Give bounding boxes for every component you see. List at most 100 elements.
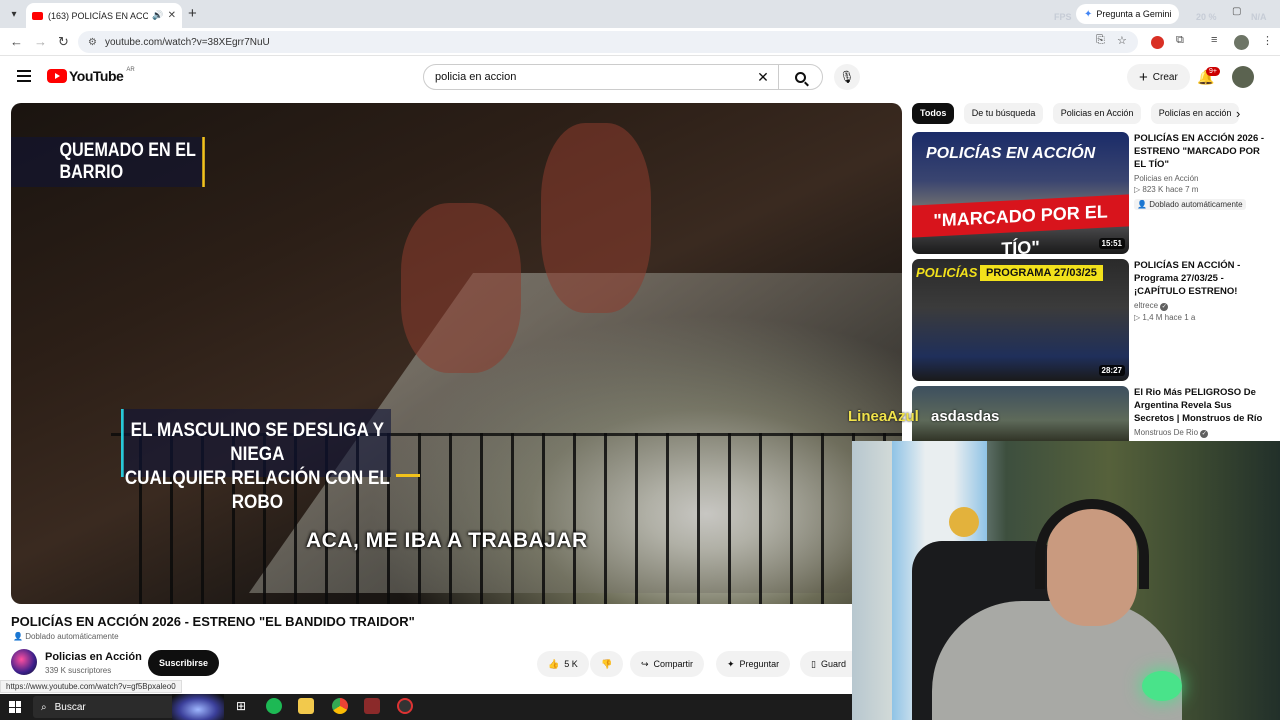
thumbnail-banner: "MARCADO POR EL TÍO" xyxy=(912,194,1129,254)
microphone-icon[interactable]: 🎙 xyxy=(834,64,860,90)
install-app-icon[interactable]: ⎘ xyxy=(1096,34,1105,47)
youtube-play-icon xyxy=(47,69,67,83)
url-field[interactable]: ⚙ youtube.com/watch?v=38XEgrr7NuU xyxy=(78,31,1138,53)
related-age: hace 7 m xyxy=(1165,185,1199,194)
video-thumbnail[interactable]: POLICÍAS PROGRAMA 27/03/25 28:27 xyxy=(912,259,1129,381)
reload-icon[interactable]: ↻ xyxy=(58,34,69,50)
related-channel[interactable]: Monstruos De Rio ✓ xyxy=(1134,428,1266,438)
thumbnail-banner: PROGRAMA 27/03/25 xyxy=(980,265,1103,281)
forward-arrow-icon[interactable]: → xyxy=(34,34,47,49)
like-button[interactable]: 👍 5 K xyxy=(537,651,589,677)
search-highlight-art xyxy=(172,694,224,720)
tab-list-icon[interactable]: ≡ xyxy=(1211,34,1217,46)
chip-policias-en-accion-2[interactable]: Policías en acción xyxy=(1150,103,1240,124)
share-button[interactable]: ↪ Compartir xyxy=(630,651,705,677)
search-input[interactable]: policia en accion xyxy=(424,71,748,83)
site-settings-icon[interactable]: ⚙ xyxy=(88,37,97,48)
related-channel[interactable]: Policias en Acción xyxy=(1134,174,1266,183)
channel-label: Monstruos De Rio xyxy=(1134,428,1199,437)
hamburger-menu-icon[interactable] xyxy=(17,70,31,85)
save-button[interactable]: ▯ Guard xyxy=(800,651,852,677)
link-status-bar: https://www.youtube.com/watch?v=gf5Bpxal… xyxy=(0,680,182,693)
related-video-card[interactable]: POLICÍAS EN ACCIÓN "MARCADO POR EL TÍO" … xyxy=(912,132,1272,254)
verified-icon: ✓ xyxy=(1200,430,1209,438)
youtube-logo[interactable]: YouTube AR xyxy=(47,67,135,84)
dislike-button[interactable]: 👎 xyxy=(590,651,624,677)
dubbed-text: Doblado automáticamente xyxy=(25,632,119,641)
dubbed-badge: 👤 Doblado automáticamente xyxy=(1134,199,1246,210)
channel-subscribers: 339 K suscriptores xyxy=(45,666,112,675)
related-title[interactable]: POLICÍAS EN ACCIÓN - Programa 27/03/25 -… xyxy=(1134,259,1266,298)
share-label: Compartir xyxy=(653,659,694,669)
dubbed-label: 👤 Doblado automáticamente xyxy=(13,632,119,641)
url-text: youtube.com/watch?v=38XEgrr7NuU xyxy=(104,36,270,48)
clear-search-icon[interactable]: ✕ xyxy=(748,69,778,86)
chip-de-tu-busqueda[interactable]: De tu búsqueda xyxy=(963,103,1044,124)
stream-label-asdasdas: asdasdas xyxy=(931,408,1000,425)
plus-icon: + xyxy=(1139,68,1148,86)
spotify-icon[interactable] xyxy=(266,698,282,714)
bookmark-star-icon[interactable]: ☆ xyxy=(1117,34,1127,47)
maximize-icon[interactable]: ▢ xyxy=(1232,6,1241,17)
browser-tab[interactable]: (163) POLICÍAS EN ACCIÓN 🔊 ✕ xyxy=(26,3,182,28)
related-age: hace 1 a xyxy=(1164,313,1196,322)
chip-todos[interactable]: Todos xyxy=(912,103,955,124)
flag-sun-icon xyxy=(949,507,979,537)
speaker-icon[interactable]: 🔊 xyxy=(152,10,163,21)
create-button[interactable]: + Crear xyxy=(1127,64,1190,90)
chip-policias-en-accion[interactable]: Policias en Acción xyxy=(1052,103,1142,124)
streamer-body xyxy=(932,601,1182,720)
windows-start-icon[interactable] xyxy=(9,701,21,713)
related-title[interactable]: POLICÍAS EN ACCIÓN 2026 - ESTRENO "MARCA… xyxy=(1134,132,1266,171)
video-meta: POLICÍAS EN ACCIÓN - Programa 27/03/25 -… xyxy=(1134,259,1266,322)
channel-name[interactable]: Policias en Acción xyxy=(45,651,142,663)
related-stats: ▷ 1,4 M hace 1 a xyxy=(1134,313,1266,322)
task-view-icon[interactable]: ⊞ xyxy=(233,698,249,714)
channel-avatar[interactable] xyxy=(11,649,37,675)
back-arrow-icon[interactable]: ← xyxy=(10,34,23,49)
gemini-label: Pregunta a Gemini xyxy=(1096,9,1172,19)
search-button[interactable] xyxy=(778,65,822,89)
video-player[interactable]: QUEMADO EN EL BARRIO EL MASCULINO SE DES… xyxy=(11,103,902,604)
kebab-menu-icon[interactable]: ⋮ xyxy=(1262,34,1273,47)
app-icon[interactable] xyxy=(364,698,380,714)
tab-search-icon[interactable]: ▾ xyxy=(4,4,24,24)
video-meta: El Rio Más PELIGROSO De Argentina Revela… xyxy=(1134,386,1266,438)
search-icon: ⌕ xyxy=(41,701,47,713)
notification-badge: 9+ xyxy=(1206,67,1220,76)
filter-chips: Todos De tu búsqueda Policias en Acción … xyxy=(912,103,1252,125)
new-tab-icon[interactable]: + xyxy=(188,5,197,22)
gemini-button[interactable]: ✦ Pregunta a Gemini xyxy=(1076,4,1180,24)
obs-icon[interactable] xyxy=(397,698,413,714)
overlay-line-2: CUALQUIER RELACIÓN CON EL ROBO xyxy=(124,468,390,513)
search-box: policia en accion ✕ xyxy=(423,64,823,90)
taskbar-search-label: Buscar xyxy=(54,701,86,713)
video-title: POLICÍAS EN ACCIÓN 2026 - ESTRENO "EL BA… xyxy=(11,614,415,629)
views-icon: ▷ xyxy=(1134,185,1141,194)
green-light xyxy=(1142,671,1182,701)
ask-label: Preguntar xyxy=(739,659,780,669)
browser-profile-avatar[interactable] xyxy=(1234,35,1249,50)
ask-button[interactable]: ✦ Preguntar xyxy=(716,651,791,677)
account-avatar[interactable] xyxy=(1232,66,1254,88)
webcam-overlay xyxy=(852,441,1280,720)
views-icon: ▷ xyxy=(1134,313,1141,322)
youtube-header: YouTube AR policia en accion ✕ 🎙 + Crear… xyxy=(0,56,1280,98)
related-channel[interactable]: eltrece ✓ xyxy=(1134,301,1266,311)
chrome-icon[interactable] xyxy=(332,698,348,714)
thumbnail-brand: POLICÍAS xyxy=(916,265,978,280)
related-video-card[interactable]: POLICÍAS PROGRAMA 27/03/25 28:27 POLICÍA… xyxy=(912,259,1272,381)
video-scene-person xyxy=(541,123,651,313)
subscribe-button[interactable]: Suscribirse xyxy=(148,650,220,676)
extension-icon[interactable] xyxy=(1151,36,1164,49)
dubbed-icon: 👤 xyxy=(1137,200,1147,209)
overlay-accent xyxy=(396,474,420,477)
thumbs-up-icon: 👍 xyxy=(548,658,560,669)
chevron-right-icon[interactable]: › xyxy=(1236,106,1240,121)
video-thumbnail[interactable]: POLICÍAS EN ACCIÓN "MARCADO POR EL TÍO" … xyxy=(912,132,1129,254)
extensions-puzzle-icon[interactable]: ⧉ xyxy=(1176,34,1184,47)
close-icon[interactable]: ✕ xyxy=(168,10,176,21)
file-explorer-icon[interactable] xyxy=(298,698,314,714)
related-title[interactable]: El Rio Más PELIGROSO De Argentina Revela… xyxy=(1134,386,1266,425)
country-code: AR xyxy=(126,67,135,73)
